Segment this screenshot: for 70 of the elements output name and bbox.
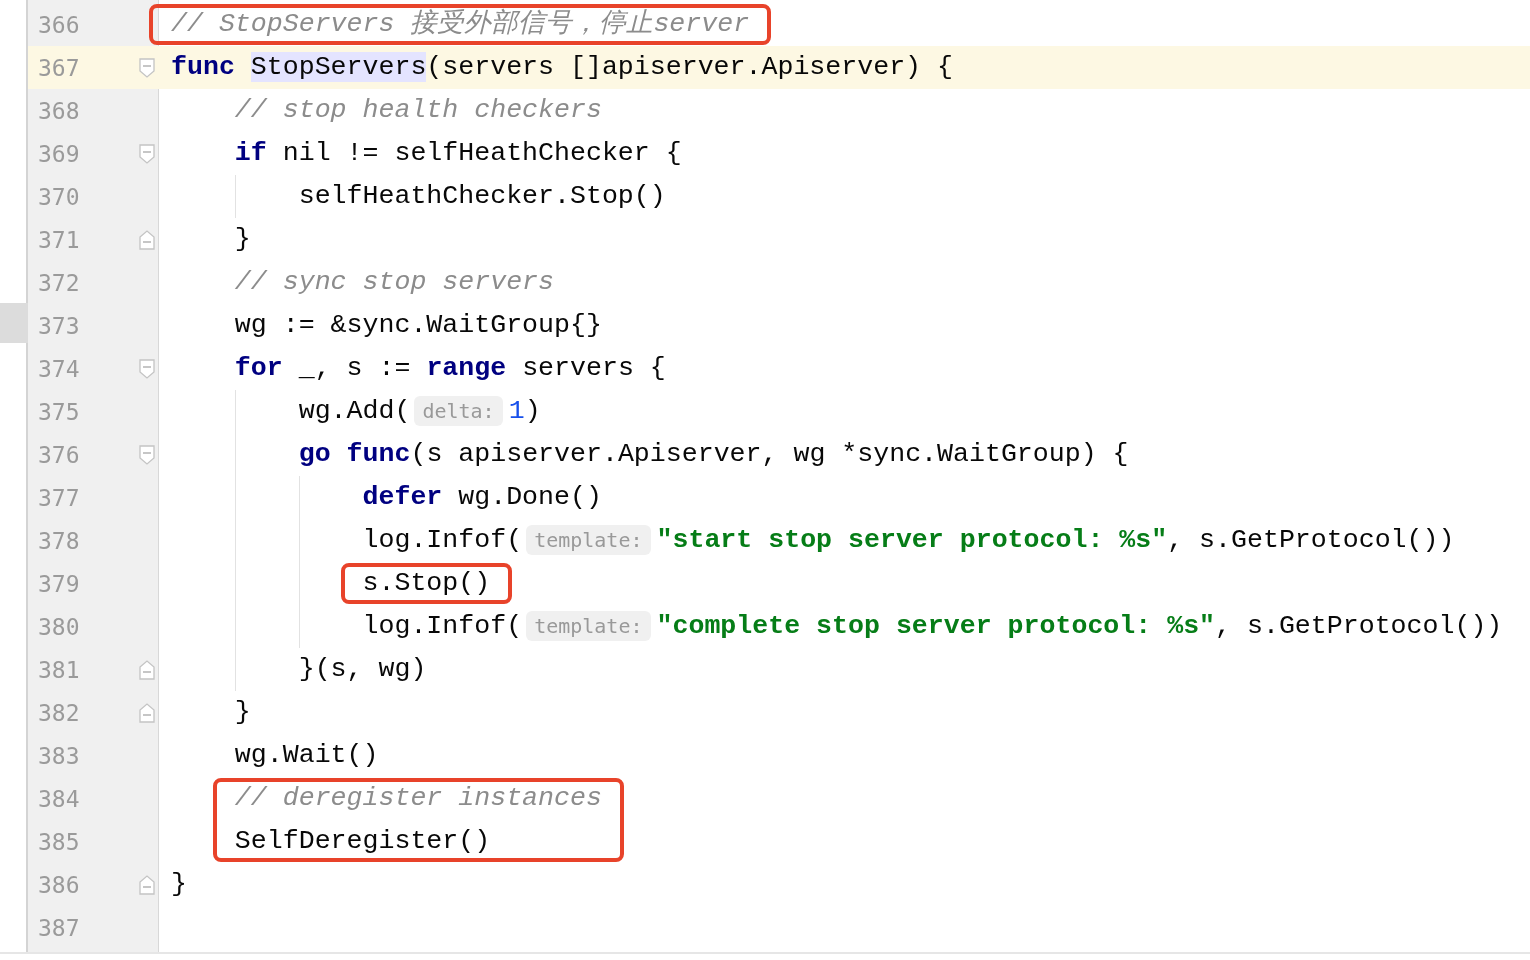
parameter-hint: delta: [414,396,503,426]
line-number: 366 [37,11,81,38]
code-text: nil != selfHeathChecker { [281,138,682,168]
code-text: } [171,869,187,899]
line-number: 371 [37,226,81,253]
line-number: 373 [37,312,81,339]
line-number: 386 [37,871,81,898]
keyword: func [171,52,236,82]
unfold-end-icon[interactable] [138,874,156,895]
code-text: (s apiserver.Apiserver, wg *sync.WaitGroup) { [410,439,1129,469]
scrollbar-thumb[interactable] [0,303,28,343]
fold-icon[interactable] [138,358,156,379]
keyword: defer [362,482,443,512]
code-text: wg := &sync.WaitGroup{} [234,310,602,340]
code-text: SelfDeregister() [234,826,491,856]
code-comment: // deregister instances [234,783,602,813]
line-number: 379 [37,570,81,597]
line-number: 377 [37,484,81,511]
line-number: 368 [37,97,81,124]
line-number: 384 [37,785,81,812]
keyword: range [426,353,507,383]
unfold-end-icon[interactable] [138,659,156,680]
code-comment: // stop health checkers [234,95,602,125]
line-number: 375 [37,398,81,425]
code-comment: // StopServers 接受外部信号，停止server [171,9,750,39]
code-text: s.Stop() [362,568,491,598]
code-text: , s.GetProtocol()) [1215,611,1503,641]
line-number: 385 [37,828,81,855]
unfold-end-icon[interactable] [138,702,156,723]
line-number: 378 [37,527,81,554]
code-text: }(s, wg) [298,654,427,684]
keyword: if [234,138,267,168]
fold-icon[interactable] [138,57,156,78]
code-text: log.Infof( [362,611,523,641]
keyword: go [298,439,332,469]
code-comment: // sync stop servers [234,267,555,297]
code-text: servers { [521,353,666,383]
parameter-hint: template: [526,525,651,555]
code-text: ) [524,396,541,426]
line-number: 380 [37,613,81,640]
code-text: wg.Wait() [234,740,379,770]
code-text: } [234,697,251,727]
code-text: , s.GetProtocol()) [1167,525,1455,555]
line-number: 369 [37,140,81,167]
code-text: wg.Add( [298,396,411,426]
number-literal: 1 [508,396,525,426]
fold-icon[interactable] [138,143,156,164]
line-number: 374 [37,355,81,382]
unfold-end-icon[interactable] [138,229,156,250]
code-text: (servers []apiserver.Apiserver) { [426,52,953,82]
line-number: 372 [37,269,81,296]
function-name: StopServers [250,52,427,82]
line-number: 382 [37,699,81,726]
line-number: 367 [37,54,81,81]
string-literal: "start stop server protocol: %s" [656,525,1168,555]
string-literal: "complete stop server protocol: %s" [656,611,1216,641]
code-text: wg.Done() [457,482,602,512]
keyword: for [234,353,283,383]
code-text: _, s := [297,353,412,383]
code-text: } [234,224,251,254]
line-number: 387 [37,914,81,941]
line-number: 370 [37,183,81,210]
code-text: selfHeathChecker.Stop() [298,181,666,211]
parameter-hint: template: [526,611,651,641]
line-number: 376 [37,441,81,468]
code-text: log.Infof( [362,525,523,555]
fold-icon[interactable] [138,444,156,465]
keyword: func [346,439,411,469]
line-number: 381 [37,656,81,683]
line-number: 383 [37,742,81,769]
